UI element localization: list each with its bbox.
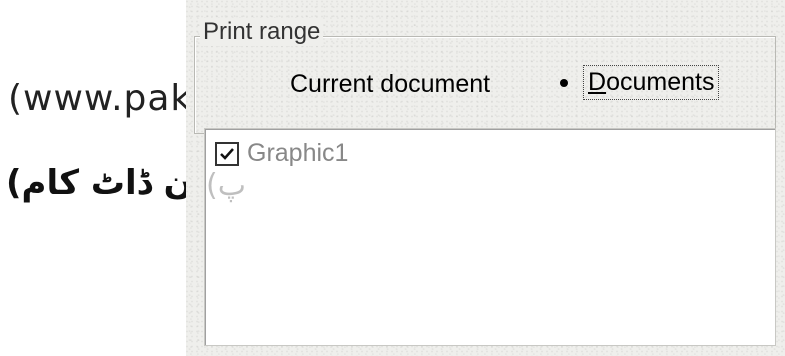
print-range-title: Print range: [200, 18, 324, 46]
checkbox-checked-icon[interactable]: [215, 141, 239, 166]
current-document-label: Current document: [290, 70, 491, 98]
background-urdu-remnant: (پ: [206, 168, 246, 203]
radio-checked-icon: [552, 71, 576, 95]
screen: (www.paks (پاکستان ڈاٹ کام) Print range …: [0, 0, 785, 356]
list-item[interactable]: Graphic1: [215, 139, 348, 168]
print-dialog: Print range Current document Documents G…: [186, 0, 785, 356]
radio-unchecked-icon: [256, 73, 280, 97]
documents-list[interactable]: Graphic1: [204, 128, 776, 346]
list-item-label: Graphic1: [247, 139, 349, 167]
documents-label: Documents: [582, 65, 720, 100]
current-document-radio[interactable]: Current document: [256, 70, 490, 99]
documents-radio[interactable]: Documents: [552, 65, 720, 100]
documents-label-rest: ocuments: [606, 68, 715, 96]
documents-accelerator: D: [588, 68, 607, 96]
background-url-text: (www.paks: [8, 78, 213, 119]
